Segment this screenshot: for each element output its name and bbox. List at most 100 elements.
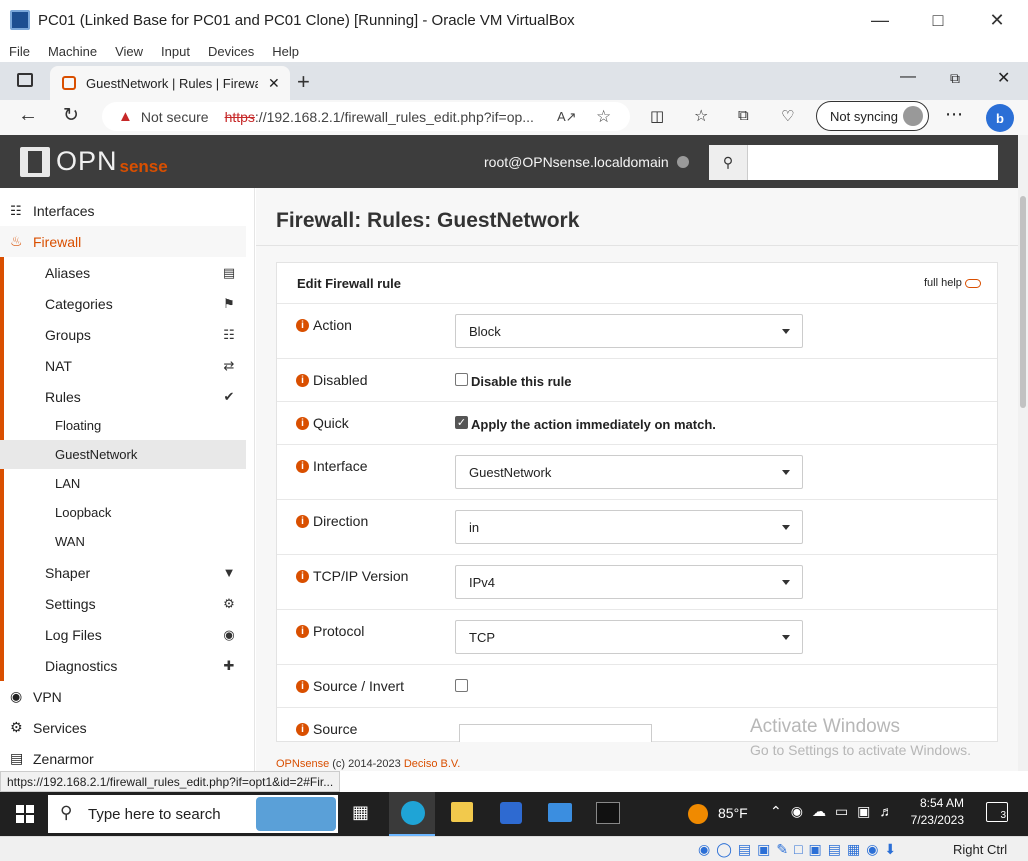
full-help-toggle[interactable]: full help — [924, 277, 981, 289]
sidebar-item-guestnetwork[interactable]: GuestNetwork — [0, 440, 246, 469]
minimize-icon[interactable]: — — [866, 6, 894, 34]
info-icon[interactable]: i — [296, 624, 309, 638]
mail-icon[interactable] — [548, 803, 572, 822]
sidebar-item-nat[interactable]: NAT ⇄ — [0, 350, 246, 381]
sidebar-item-settings[interactable]: Settings ⚙ — [0, 588, 246, 619]
tab-close-icon[interactable]: ✕ — [268, 75, 280, 92]
info-icon[interactable]: i — [296, 679, 309, 693]
system-tray-icons[interactable]: ⌃◉☁▭▣♬ — [770, 803, 902, 820]
sidebar-item-firewall[interactable]: ♨ Firewall — [0, 226, 246, 257]
url-bar[interactable]: ▲ Not secure https ://192.168.2.1/firewa… — [102, 102, 630, 131]
action-select[interactable]: Block — [455, 314, 803, 348]
browser-essentials-icon[interactable]: ♡ — [781, 107, 794, 125]
direction-select[interactable]: in — [455, 510, 803, 544]
collections-icon[interactable]: ⧉ — [738, 107, 749, 124]
terminal-icon[interactable] — [596, 802, 620, 824]
ipversion-select[interactable]: IPv4 — [455, 565, 803, 599]
refresh-icon[interactable]: ↻ — [63, 104, 79, 127]
browser-restore-icon[interactable]: ⧉ — [950, 70, 960, 87]
task-view-icon[interactable]: ▦ — [352, 802, 369, 823]
info-icon[interactable]: i — [296, 514, 309, 528]
weather-sun-icon[interactable] — [688, 804, 708, 824]
clock[interactable]: 8:54 AM 7/23/2023 — [910, 796, 964, 827]
sidebar-label: Zenarmor — [33, 750, 94, 767]
file-explorer-icon[interactable] — [451, 802, 473, 822]
info-icon[interactable]: i — [296, 416, 309, 430]
search-input[interactable] — [748, 145, 998, 180]
maximize-icon[interactable]: □ — [924, 6, 952, 34]
menu-input[interactable]: Input — [161, 44, 190, 59]
source-invert-checkbox[interactable] — [455, 679, 468, 692]
menu-help[interactable]: Help — [272, 44, 299, 59]
disable-rule-label[interactable]: Disable this rule — [471, 374, 571, 389]
status-dot-icon[interactable] — [677, 156, 689, 168]
sidebar-item-vpn[interactable]: ◉ VPN — [0, 681, 246, 712]
favorites-icon[interactable]: ☆ — [694, 106, 708, 126]
info-icon[interactable]: i — [296, 569, 309, 583]
store-icon[interactable] — [500, 802, 522, 824]
user-menu[interactable]: root@OPNsense.localdomain — [484, 154, 669, 170]
scrollbar-thumb[interactable] — [1020, 196, 1026, 408]
medkit-icon: ✚ — [223, 657, 235, 673]
info-icon[interactable]: i — [296, 722, 309, 736]
warning-icon: ▲ — [118, 108, 133, 125]
footer-brand-link[interactable]: OPNsense — [276, 758, 329, 770]
info-icon[interactable]: i — [296, 373, 309, 387]
windows-start-icon[interactable] — [16, 805, 34, 823]
clock-time: 8:54 AM — [919, 796, 964, 810]
vbox-device-icons[interactable]: ◉◯▤▣✎□▣▤▦◉⬇ — [698, 841, 902, 858]
interface-select[interactable]: GuestNetwork — [455, 455, 803, 489]
sidebar-item-lan[interactable]: LAN — [0, 469, 246, 498]
not-secure-label[interactable]: Not secure — [141, 109, 209, 125]
info-icon[interactable]: i — [296, 318, 309, 332]
favorite-star-icon[interactable]: ☆ — [596, 107, 611, 127]
menu-machine[interactable]: Machine — [48, 44, 97, 59]
weather-temp[interactable]: 85°F — [718, 805, 748, 821]
tab-guestnetwork[interactable]: GuestNetwork | Rules | Firewall | O ✕ — [50, 66, 290, 100]
source-select[interactable] — [459, 724, 652, 742]
sync-button[interactable]: Not syncing — [816, 101, 929, 131]
more-icon[interactable]: ⋯ — [945, 104, 963, 125]
sidebar-item-categories[interactable]: Categories ⚑ — [0, 288, 246, 319]
disable-rule-checkbox[interactable] — [455, 373, 468, 386]
search-icon[interactable]: ⚲ — [709, 145, 748, 180]
sidebar-item-zenarmor[interactable]: ▤ Zenarmor — [0, 743, 246, 774]
read-aloud-icon[interactable]: A↗ — [557, 109, 577, 125]
close-icon[interactable]: ✕ — [983, 6, 1011, 34]
info-icon[interactable]: i — [296, 459, 309, 473]
sidebar-label: Groups — [45, 326, 91, 343]
quick-checkbox-label[interactable]: Apply the action immediately on match. — [471, 417, 716, 432]
sidebar-item-shaper[interactable]: Shaper ▼ — [0, 557, 246, 588]
sidebar-item-services[interactable]: ⚙ Services — [0, 712, 246, 743]
sync-label: Not syncing — [830, 108, 898, 124]
sidebar-item-groups[interactable]: Groups ☷ — [0, 319, 246, 350]
split-screen-icon[interactable]: ◫ — [650, 107, 664, 125]
browser-minimize-icon[interactable]: — — [900, 68, 916, 86]
sidebar-label: Diagnostics — [45, 657, 118, 674]
footer-company-link[interactable]: Deciso B.V. — [404, 758, 460, 770]
select-value: TCP — [469, 629, 495, 645]
sidebar-item-log-files[interactable]: Log Files ◉ — [0, 619, 246, 650]
sidebar-item-rules[interactable]: Rules ✔ — [0, 381, 246, 412]
sidebar-item-loopback[interactable]: Loopback — [0, 498, 246, 527]
menu-file[interactable]: File — [9, 44, 30, 59]
notification-center-icon[interactable]: 3 — [986, 802, 1008, 822]
tab-actions-icon[interactable] — [17, 73, 33, 87]
quick-checkbox[interactable]: ✓ — [455, 416, 468, 429]
opnsense-favicon-icon — [62, 76, 76, 90]
watermark-subtitle: Go to Settings to activate Windows. — [750, 742, 971, 758]
protocol-select[interactable]: TCP — [455, 620, 803, 654]
sidebar-item-aliases[interactable]: Aliases ▤ — [0, 257, 246, 288]
sidebar-item-wan[interactable]: WAN — [0, 527, 246, 556]
menu-devices[interactable]: Devices — [208, 44, 254, 59]
sidebar-item-interfaces[interactable]: ☷ Interfaces — [0, 195, 246, 226]
bing-icon[interactable]: b — [986, 104, 1014, 132]
back-icon[interactable]: ← — [18, 104, 38, 127]
taskbar-search-box[interactable]: ⚲ Type here to search — [48, 795, 338, 833]
opnsense-logo[interactable]: OPN sense — [20, 146, 168, 177]
sidebar-item-floating[interactable]: Floating — [0, 411, 246, 440]
new-tab-icon[interactable]: + — [297, 69, 310, 95]
browser-close-icon[interactable]: ✕ — [997, 68, 1010, 88]
menu-view[interactable]: View — [115, 44, 143, 59]
sidebar-item-diagnostics[interactable]: Diagnostics ✚ — [0, 650, 246, 681]
